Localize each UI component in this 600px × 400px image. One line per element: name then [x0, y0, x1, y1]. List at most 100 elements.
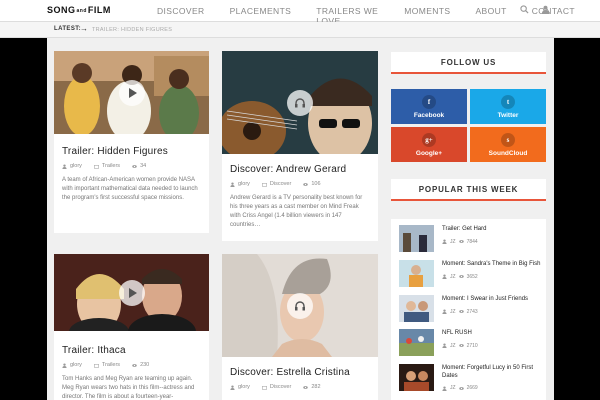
eye-icon — [132, 164, 137, 168]
author-icon — [442, 239, 447, 244]
post-category[interactable]: Discover — [270, 384, 291, 390]
post-author[interactable]: glory — [70, 163, 82, 169]
popular-views: 2743 — [466, 308, 478, 315]
popular-item[interactable]: NFL RUSH JZ 2710 — [399, 329, 544, 357]
post-thumbnail[interactable] — [222, 51, 378, 154]
facebook-icon: f — [422, 94, 436, 109]
popular-meta: JZ 2743 — [442, 309, 528, 315]
popular-item[interactable]: Moment: Forgetful Lucy in 50 First Dates… — [399, 364, 544, 392]
post-thumbnail[interactable] — [54, 51, 209, 134]
post-views: 34 — [140, 163, 147, 169]
post-card: Discover: Estrella Cristina glory Discov… — [222, 254, 378, 400]
folder-icon — [262, 182, 267, 187]
logo-text-right: FILM — [87, 5, 111, 15]
author-icon — [442, 274, 447, 279]
post-thumbnail[interactable] — [54, 254, 209, 331]
left-background — [0, 38, 47, 400]
author-icon — [230, 385, 235, 390]
eye-icon — [303, 385, 309, 389]
post-title[interactable]: Trailer: Ithaca — [62, 345, 201, 356]
post-views: 106 — [311, 181, 321, 187]
popular-thumbnail[interactable] — [399, 295, 434, 322]
popular-thumbnail[interactable] — [399, 225, 434, 252]
eye-icon — [132, 363, 137, 367]
logo-text-mid: and — [76, 7, 87, 14]
eye-icon — [458, 344, 464, 347]
headphones-icon — [295, 300, 305, 310]
post-author[interactable]: glory — [238, 384, 250, 390]
follow-us-title: FOLLOW US — [391, 52, 546, 74]
popular-item[interactable]: Trailer: Get Hard JZ 7844 — [399, 225, 544, 253]
ticker-link[interactable]: TRAILER: HIDDEN FIGURES — [92, 27, 172, 33]
post-views: 282 — [311, 384, 321, 390]
site-logo[interactable]: SONGandFILM — [47, 5, 111, 15]
header-icons — [520, 5, 550, 14]
post-excerpt: Andrew Gerard is a TV personality best k… — [230, 195, 363, 228]
popular-meta: JZ 7844 — [442, 239, 486, 245]
search-icon[interactable] — [520, 5, 529, 14]
post-category[interactable]: Trailers — [102, 362, 120, 368]
eye-icon — [458, 386, 464, 390]
popular-title[interactable]: NFL RUSH — [442, 330, 478, 338]
twitter-icon: t — [501, 94, 515, 109]
twitter-button[interactable]: t Twitter — [470, 89, 546, 124]
folder-icon — [94, 164, 99, 169]
twitter-label: Twitter — [497, 111, 519, 119]
popular-title[interactable]: Moment: Forgetful Lucy in 50 First Dates — [442, 365, 542, 380]
popular-this-week-title: POPULAR THIS WEEK — [391, 179, 546, 201]
eye-icon — [458, 240, 464, 243]
popular-views: 2710 — [466, 342, 478, 349]
latest-ticker: LATEST: → TRAILER: HIDDEN FIGURES — [0, 22, 600, 38]
popular-views: 3652 — [466, 273, 478, 280]
audio-button[interactable] — [287, 292, 313, 319]
soundcloud-label: SoundCloud — [488, 149, 528, 157]
play-button[interactable] — [118, 279, 145, 306]
post-author[interactable]: glory — [238, 181, 250, 187]
popular-thumbnail[interactable] — [399, 364, 434, 391]
popular-thumbnail[interactable] — [399, 260, 434, 287]
audio-button[interactable] — [287, 89, 313, 116]
popular-author: JZ — [450, 238, 456, 245]
popular-author: JZ — [450, 308, 456, 315]
post-thumbnail[interactable] — [222, 254, 378, 357]
popular-views: 2669 — [466, 385, 478, 391]
post-card: Trailer: Hidden Figures glory Trailers 3… — [54, 51, 209, 233]
post-title[interactable]: Discover: Estrella Cristina — [230, 367, 370, 378]
popular-title[interactable]: Moment: I Swear in Just Friends — [442, 296, 528, 304]
popular-title[interactable]: Moment: Sandra's Theme in Big Fish — [442, 261, 540, 269]
popular-list: Trailer: Get Hard JZ 7844 Moment: Sandra… — [391, 219, 546, 400]
post-meta: glory Discover 282 — [230, 384, 370, 390]
popular-meta: JZ 3652 — [442, 274, 540, 280]
popular-meta: JZ 2669 — [442, 385, 542, 391]
popular-thumbnail[interactable] — [399, 329, 434, 356]
post-author[interactable]: glory — [70, 362, 82, 368]
google-plus-button[interactable]: g+ Google+ — [391, 127, 467, 162]
author-icon — [442, 343, 447, 348]
popular-item[interactable]: Moment: Sandra's Theme in Big Fish JZ 36… — [399, 260, 544, 288]
post-title[interactable]: Discover: Andrew Gerard — [230, 164, 370, 175]
popular-item[interactable]: Moment: I Swear in Just Friends JZ 2743 — [399, 295, 544, 323]
soundcloud-icon: s — [501, 132, 515, 147]
post-category[interactable]: Discover — [270, 181, 291, 187]
post-title[interactable]: Trailer: Hidden Figures — [62, 146, 201, 157]
user-icon[interactable] — [541, 5, 550, 14]
post-views: 230 — [140, 362, 150, 368]
author-icon — [442, 386, 447, 391]
post-category[interactable]: Trailers — [102, 163, 120, 169]
post-card: Trailer: Ithaca glory Trailers 230 Tom H… — [54, 254, 209, 400]
folder-icon — [94, 363, 99, 368]
soundcloud-button[interactable]: s SoundCloud — [470, 127, 546, 162]
play-button[interactable] — [118, 79, 145, 106]
facebook-button[interactable]: f Facebook — [391, 89, 467, 124]
play-icon — [128, 287, 137, 298]
post-meta: glory Discover 106 — [230, 181, 370, 187]
google-plus-icon: g+ — [422, 132, 436, 147]
play-icon — [128, 87, 137, 98]
popular-title[interactable]: Trailer: Get Hard — [442, 226, 486, 234]
arrow-right-icon: → — [80, 24, 88, 33]
popular-author: JZ — [450, 342, 456, 349]
author-icon — [62, 164, 67, 169]
eye-icon — [458, 275, 464, 278]
google-plus-label: Google+ — [415, 149, 443, 157]
right-background — [554, 38, 600, 400]
